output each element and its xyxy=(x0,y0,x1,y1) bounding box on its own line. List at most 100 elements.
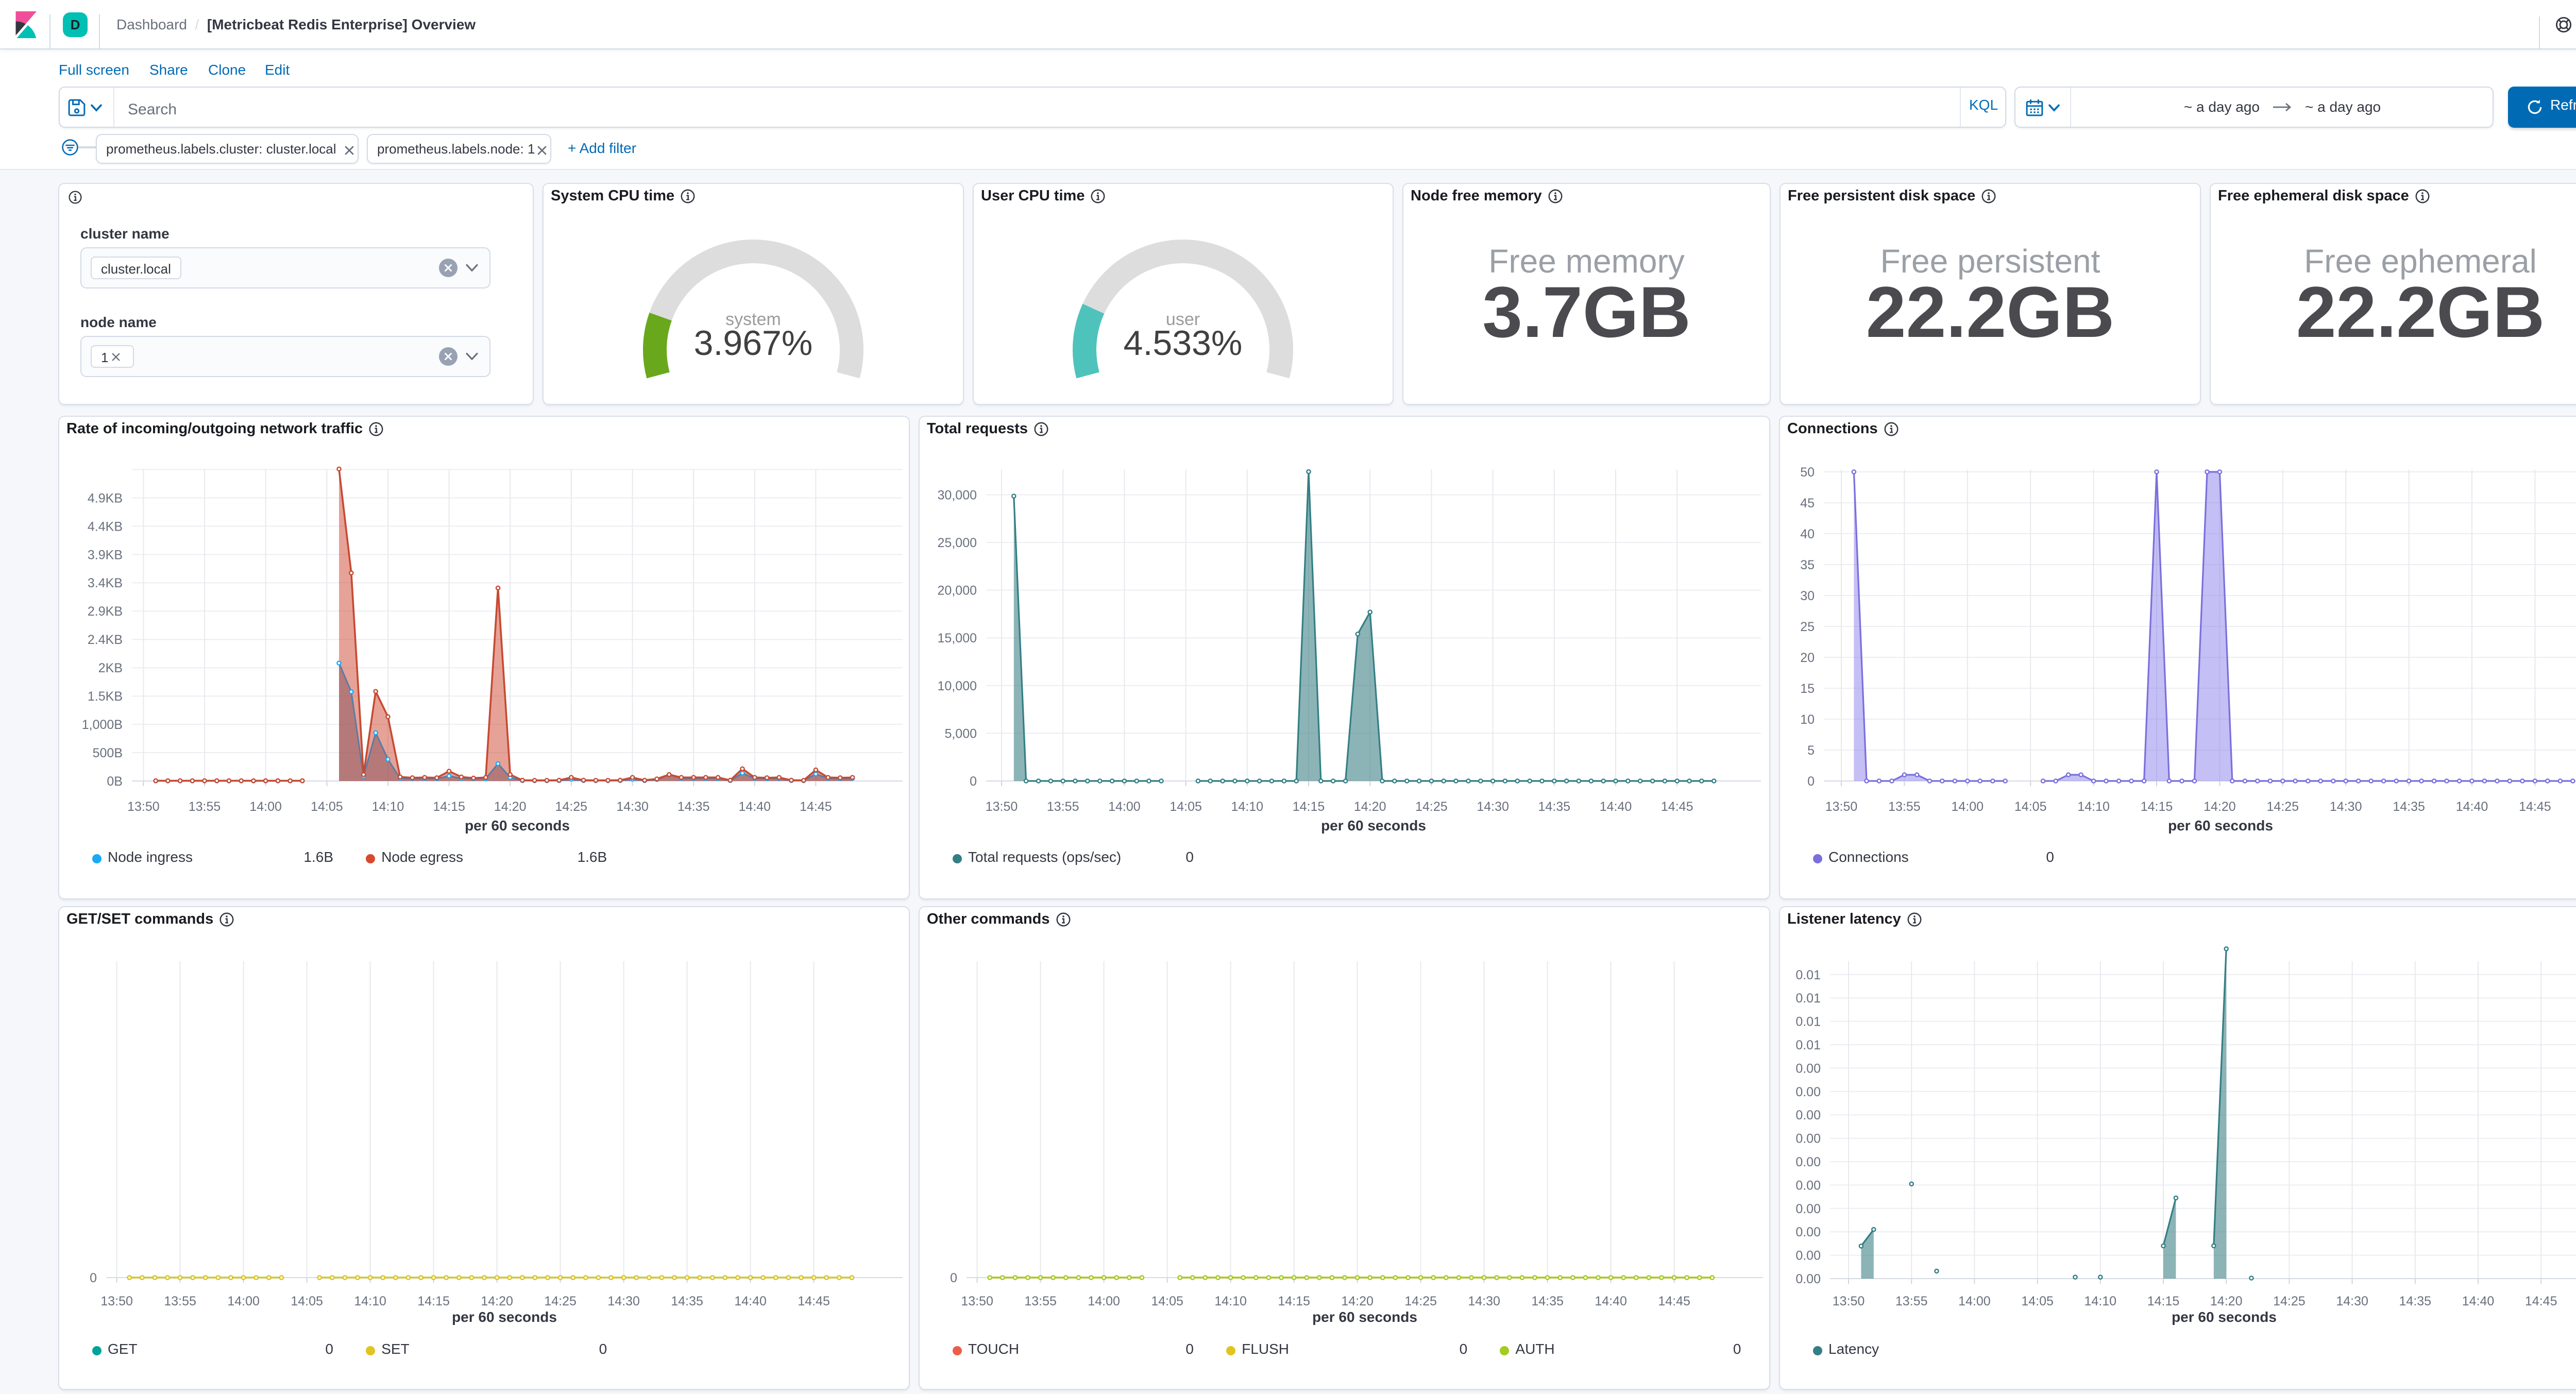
svg-text:14:00: 14:00 xyxy=(1108,800,1141,814)
svg-text:13:50: 13:50 xyxy=(961,1294,993,1308)
svg-text:14:30: 14:30 xyxy=(2330,800,2362,814)
svg-text:14:20: 14:20 xyxy=(1341,1294,1374,1308)
svg-text:per 60 seconds: per 60 seconds xyxy=(1312,1309,1417,1325)
svg-text:1,000B: 1,000B xyxy=(82,718,123,732)
svg-text:0.01: 0.01 xyxy=(1795,968,1821,982)
svg-text:20: 20 xyxy=(1800,651,1815,665)
svg-text:1.5KB: 1.5KB xyxy=(88,689,123,704)
svg-text:20,000: 20,000 xyxy=(938,584,977,598)
svg-text:0B: 0B xyxy=(107,774,123,789)
svg-text:10,000: 10,000 xyxy=(938,679,977,693)
svg-text:14:05: 14:05 xyxy=(311,800,343,814)
svg-text:14:10: 14:10 xyxy=(1214,1294,1247,1308)
svg-text:0: 0 xyxy=(90,1271,97,1285)
svg-text:14:40: 14:40 xyxy=(1600,800,1632,814)
svg-text:14:15: 14:15 xyxy=(1293,800,1325,814)
svg-text:14:15: 14:15 xyxy=(1278,1294,1310,1308)
svg-text:14:10: 14:10 xyxy=(2084,1294,2117,1308)
svg-text:10: 10 xyxy=(1800,712,1815,727)
svg-text:13:55: 13:55 xyxy=(1024,1294,1057,1308)
svg-text:4.9KB: 4.9KB xyxy=(88,491,123,505)
svg-text:14:25: 14:25 xyxy=(1415,800,1448,814)
svg-text:14:45: 14:45 xyxy=(2525,1294,2557,1308)
svg-text:14:15: 14:15 xyxy=(433,800,465,814)
svg-text:14:10: 14:10 xyxy=(2077,800,2110,814)
svg-text:0: 0 xyxy=(1807,774,1815,789)
svg-text:14:05: 14:05 xyxy=(1151,1294,1183,1308)
svg-text:14:20: 14:20 xyxy=(494,800,527,814)
svg-text:13:55: 13:55 xyxy=(189,800,221,814)
svg-text:0.01: 0.01 xyxy=(1795,1038,1821,1052)
svg-text:14:25: 14:25 xyxy=(555,800,588,814)
svg-text:14:00: 14:00 xyxy=(1952,800,1984,814)
svg-text:14:00: 14:00 xyxy=(1958,1294,1991,1308)
svg-text:14:05: 14:05 xyxy=(291,1294,323,1308)
svg-text:500B: 500B xyxy=(93,746,123,760)
svg-text:0.00: 0.00 xyxy=(1795,1202,1821,1216)
svg-text:14:15: 14:15 xyxy=(417,1294,450,1308)
svg-text:13:50: 13:50 xyxy=(127,800,160,814)
svg-text:14:40: 14:40 xyxy=(734,1294,767,1308)
svg-text:per 60 seconds: per 60 seconds xyxy=(465,818,570,834)
svg-text:13:50: 13:50 xyxy=(100,1294,133,1308)
svg-text:14:45: 14:45 xyxy=(800,800,832,814)
svg-text:per 60 seconds: per 60 seconds xyxy=(2172,1309,2277,1325)
svg-text:35: 35 xyxy=(1800,558,1815,572)
svg-text:3.9KB: 3.9KB xyxy=(88,548,123,562)
svg-text:14:05: 14:05 xyxy=(2014,800,2047,814)
svg-text:14:25: 14:25 xyxy=(1404,1294,1437,1308)
svg-text:0.00: 0.00 xyxy=(1795,1155,1821,1169)
svg-text:14:05: 14:05 xyxy=(2021,1294,2054,1308)
svg-text:0.00: 0.00 xyxy=(1795,1249,1821,1263)
svg-text:0.00: 0.00 xyxy=(1795,1178,1821,1193)
svg-text:25: 25 xyxy=(1800,620,1815,634)
svg-text:30: 30 xyxy=(1800,589,1815,603)
svg-text:14:00: 14:00 xyxy=(227,1294,260,1308)
svg-text:14:20: 14:20 xyxy=(481,1294,513,1308)
svg-text:45: 45 xyxy=(1800,496,1815,511)
svg-text:2.4KB: 2.4KB xyxy=(88,633,123,647)
svg-text:13:55: 13:55 xyxy=(1888,800,1921,814)
svg-text:14:30: 14:30 xyxy=(1468,1294,1500,1308)
svg-text:0.01: 0.01 xyxy=(1795,1015,1821,1029)
svg-text:13:50: 13:50 xyxy=(1833,1294,1865,1308)
svg-text:3.4KB: 3.4KB xyxy=(88,576,123,590)
svg-text:0.00: 0.00 xyxy=(1795,1085,1821,1099)
svg-text:5,000: 5,000 xyxy=(944,726,977,741)
svg-text:50: 50 xyxy=(1800,465,1815,480)
svg-text:14:00: 14:00 xyxy=(1088,1294,1120,1308)
svg-text:per 60 seconds: per 60 seconds xyxy=(2168,818,2273,834)
svg-text:14:35: 14:35 xyxy=(1531,1294,1564,1308)
svg-text:14:45: 14:45 xyxy=(1661,800,1693,814)
svg-text:14:25: 14:25 xyxy=(544,1294,577,1308)
svg-text:14:20: 14:20 xyxy=(2204,800,2236,814)
svg-text:14:30: 14:30 xyxy=(1477,800,1509,814)
svg-text:14:40: 14:40 xyxy=(2456,800,2488,814)
svg-text:14:20: 14:20 xyxy=(2210,1294,2243,1308)
svg-text:0.01: 0.01 xyxy=(1795,991,1821,1006)
svg-text:14:45: 14:45 xyxy=(2519,800,2551,814)
svg-text:14:35: 14:35 xyxy=(2393,800,2425,814)
svg-text:5: 5 xyxy=(1807,743,1815,758)
svg-text:40: 40 xyxy=(1800,527,1815,541)
svg-text:14:20: 14:20 xyxy=(1354,800,1386,814)
svg-text:13:50: 13:50 xyxy=(1825,800,1858,814)
svg-text:14:45: 14:45 xyxy=(798,1294,830,1308)
svg-text:0.00: 0.00 xyxy=(1795,1108,1821,1123)
svg-text:14:05: 14:05 xyxy=(1170,800,1202,814)
svg-text:4.4KB: 4.4KB xyxy=(88,519,123,534)
svg-text:15,000: 15,000 xyxy=(938,631,977,645)
svg-text:0: 0 xyxy=(970,774,977,789)
svg-text:14:10: 14:10 xyxy=(372,800,404,814)
svg-text:14:00: 14:00 xyxy=(249,800,282,814)
svg-text:14:10: 14:10 xyxy=(354,1294,386,1308)
svg-text:2KB: 2KB xyxy=(98,661,123,675)
svg-text:14:35: 14:35 xyxy=(671,1294,703,1308)
svg-text:0: 0 xyxy=(950,1271,957,1285)
svg-text:14:45: 14:45 xyxy=(1658,1294,1690,1308)
svg-text:14:15: 14:15 xyxy=(2141,800,2173,814)
svg-text:14:40: 14:40 xyxy=(2462,1294,2495,1308)
svg-text:13:55: 13:55 xyxy=(1895,1294,1928,1308)
svg-text:0.00: 0.00 xyxy=(1795,1132,1821,1146)
svg-text:14:30: 14:30 xyxy=(2336,1294,2368,1308)
